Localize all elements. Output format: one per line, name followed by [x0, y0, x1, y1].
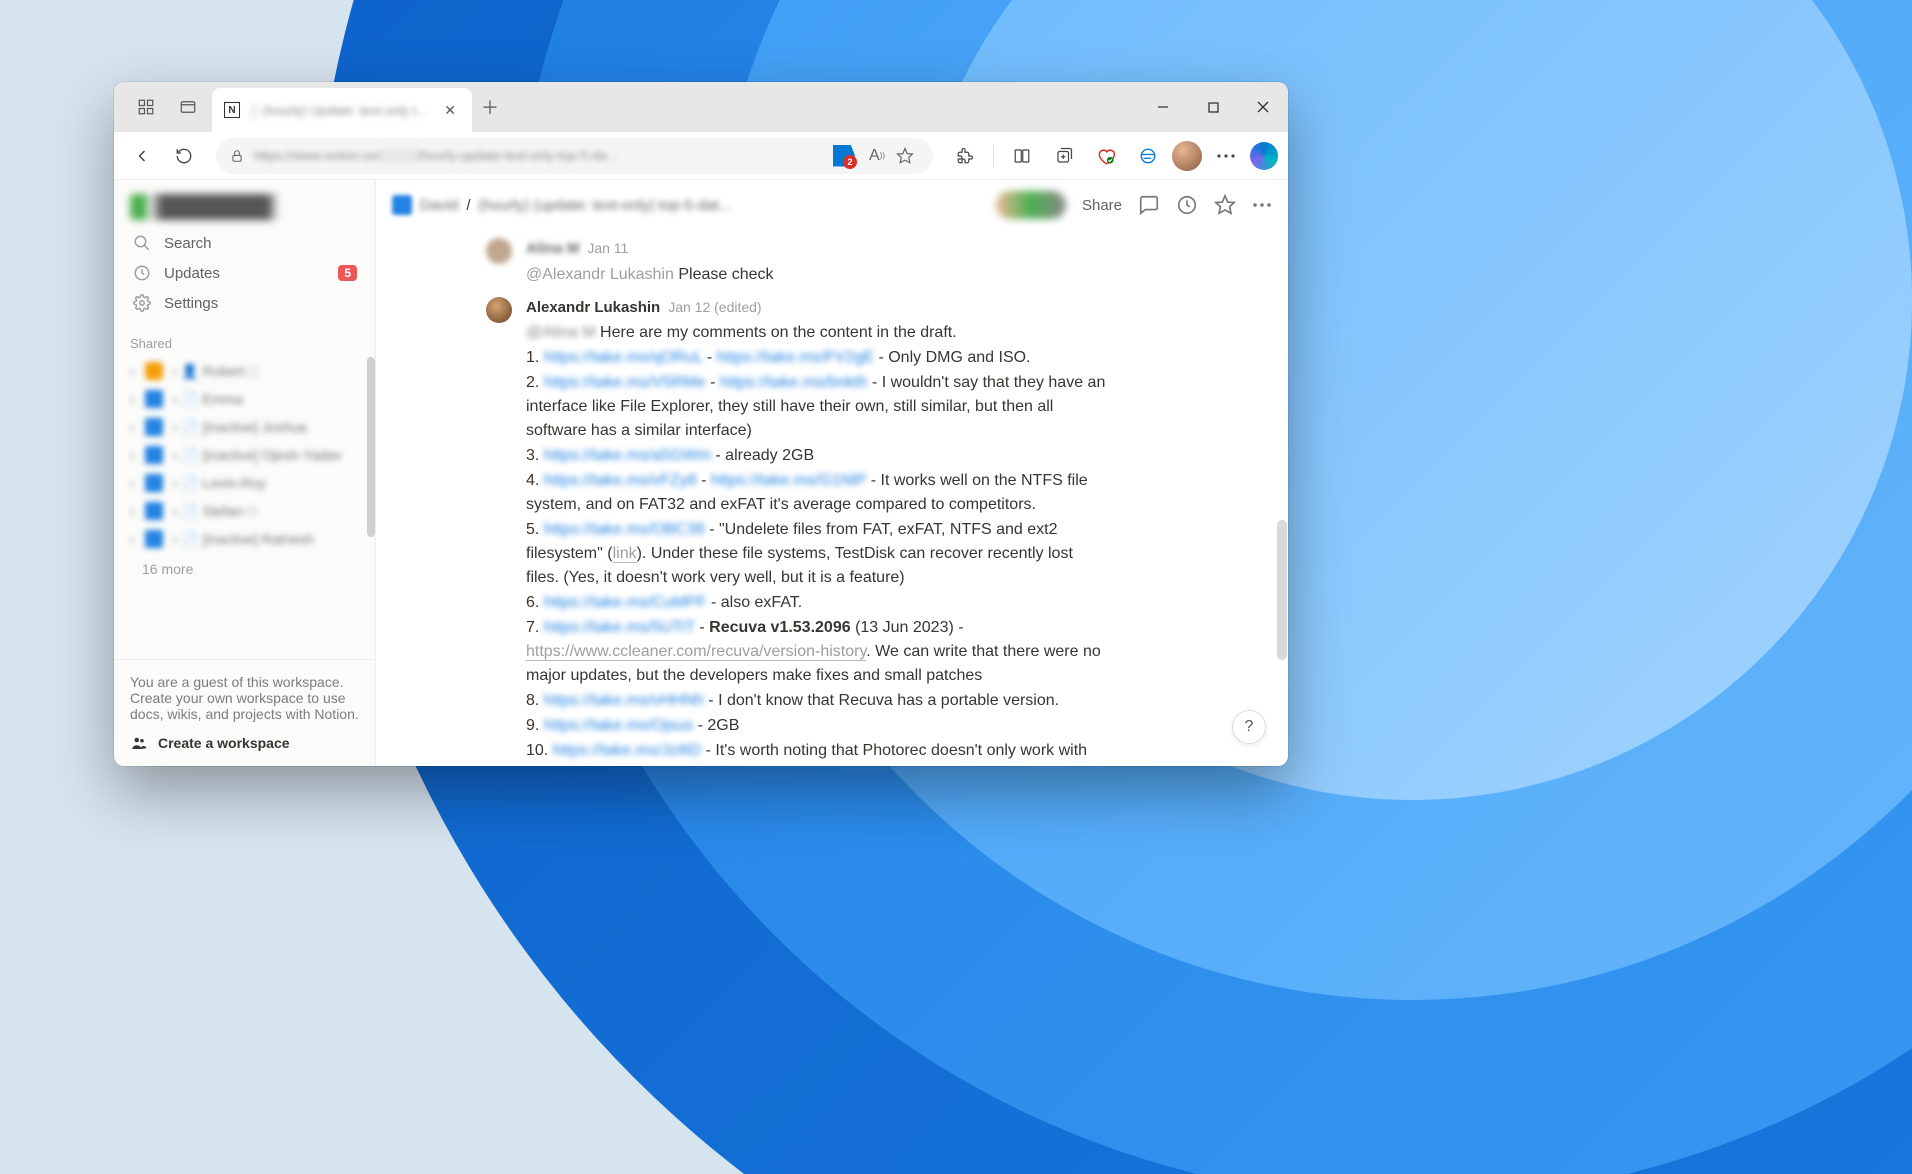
sidebar-scrollbar[interactable] [367, 357, 375, 537]
profile-avatar[interactable] [1172, 141, 1202, 171]
sidebar-more[interactable]: 16 more [124, 553, 365, 585]
address-bar[interactable]: https://www.notion.so/░░░░/hourly-update… [216, 138, 933, 174]
list-item[interactable]: ›› 📄 [inactive] Joshua [124, 413, 365, 441]
avatar [486, 238, 512, 264]
link[interactable]: https://take.ms/vHHNh [544, 692, 704, 709]
refresh-button[interactable] [166, 138, 202, 174]
favorite-icon[interactable] [1214, 194, 1236, 216]
copilot-icon[interactable] [1250, 142, 1278, 170]
list-item[interactable]: ›› 📄 Levin-Roy [124, 469, 365, 497]
help-button[interactable]: ? [1232, 710, 1266, 744]
notion-main: David / (hourly) (update: text-only) top… [376, 180, 1288, 766]
search-icon [132, 234, 152, 252]
page-scrollbar[interactable] [1277, 520, 1287, 660]
sidebar-footer: You are a guest of this workspace. Creat… [114, 659, 375, 766]
list-item[interactable]: ›› 📄 [inactive] Ratnesh [124, 525, 365, 553]
link[interactable]: https://take.ms/bnkth [720, 374, 868, 391]
breadcrumb-page: (hourly) (update: text-only) top-5-dat..… [479, 197, 732, 214]
favorite-star-icon[interactable] [891, 147, 919, 165]
split-screen-icon[interactable] [1004, 138, 1040, 174]
link[interactable]: https://take.ms/vFZy8 [544, 472, 697, 489]
sidebar-updates-label: Updates [164, 265, 220, 282]
link[interactable]: https://take.ms/FV2gE [717, 349, 874, 366]
notion-favicon: N [224, 102, 240, 118]
gear-icon [132, 294, 152, 312]
page-more-icon[interactable] [1252, 203, 1272, 207]
link[interactable]: https://take.ms/Jzi6D [553, 742, 702, 759]
link[interactable]: https://take.ms/5UTiT [544, 619, 695, 636]
people-icon [130, 734, 148, 752]
comment-date: Jan 11 [587, 238, 628, 259]
new-tab-button[interactable]: ＋ [472, 82, 508, 132]
breadcrumb[interactable]: David / (hourly) (update: text-only) top… [392, 195, 731, 215]
list-item[interactable]: ›› 👤 Robert □ [124, 357, 365, 385]
lock-icon [230, 149, 244, 163]
link[interactable]: https://take.ms/G1NlP [711, 472, 866, 489]
mention[interactable]: @Alexandr Lukashin [526, 266, 674, 283]
external-link[interactable]: link [613, 545, 637, 563]
extensions-icon[interactable] [947, 138, 983, 174]
workspace-switcher[interactable] [114, 180, 375, 226]
titlebar: N ░ (hourly) Update: text-only t... ✕ ＋ [114, 82, 1288, 132]
sidebar-shared-list: ›› 👤 Robert □ ›› 📄 Emma ›› 📄 [inactive] … [114, 357, 375, 659]
browser-toolbar: https://www.notion.so/░░░░/hourly-update… [114, 132, 1288, 180]
sidebar-search[interactable]: Search [124, 228, 365, 258]
comment-author: Alexandr Lukashin [526, 297, 660, 320]
browser-tab[interactable]: N ░ (hourly) Update: text-only t... ✕ [212, 88, 472, 132]
sidebar-updates[interactable]: Updates 5 [124, 258, 365, 288]
comment: Alexandr Lukashin Jan 12 (edited) @Alina… [486, 297, 1108, 767]
read-aloud-icon[interactable]: A)) [863, 147, 891, 165]
window-controls [1138, 82, 1288, 132]
url-text: https://www.notion.so/░░░░/hourly-update… [254, 148, 833, 163]
close-window-button[interactable] [1238, 82, 1288, 132]
page-topbar: David / (hourly) (update: text-only) top… [376, 180, 1288, 230]
sidebar-settings[interactable]: Settings [124, 288, 365, 318]
comment-author: Alina M [526, 238, 579, 261]
external-link[interactable]: https://www.ccleaner.com/recuva/version-… [526, 643, 866, 661]
link[interactable]: https://take.ms/qORuL [544, 349, 703, 366]
tab-title: ░ (hourly) Update: text-only t... [250, 103, 440, 118]
clock-icon [132, 264, 152, 282]
history-icon[interactable] [1176, 194, 1198, 216]
shopping-badge-icon[interactable]: 2 [833, 145, 855, 167]
link[interactable]: https://take.ms/a5GWm [544, 447, 711, 464]
tab-close-button[interactable]: ✕ [440, 98, 460, 123]
workspaces-icon[interactable] [136, 97, 156, 117]
browser-window: N ░ (hourly) Update: text-only t... ✕ ＋ … [114, 82, 1288, 766]
back-button[interactable] [124, 138, 160, 174]
notion-sidebar: Search Updates 5 Settings Shared ›› 👤 Ro… [114, 180, 376, 766]
link[interactable]: https://take.ms/V5RMe [544, 374, 706, 391]
avatar [486, 297, 512, 323]
breadcrumb-parent: David [420, 197, 458, 214]
updates-badge: 5 [338, 265, 357, 281]
presence-avatars[interactable] [996, 191, 1066, 219]
maximize-button[interactable] [1188, 82, 1238, 132]
mention[interactable]: @Alina M [526, 324, 596, 341]
list-item[interactable]: ›› 📄 Stefan □ [124, 497, 365, 525]
link[interactable]: https://take.ms/OBC38 [544, 521, 705, 538]
create-workspace-button[interactable]: Create a workspace [130, 734, 359, 752]
share-button[interactable]: Share [1082, 197, 1122, 214]
collections-icon[interactable] [1046, 138, 1082, 174]
more-menu-icon[interactable] [1208, 138, 1244, 174]
link[interactable]: https://take.ms/CuMPF [544, 594, 707, 611]
sidebar-section-shared: Shared [114, 320, 375, 357]
comments-icon[interactable] [1138, 194, 1160, 216]
list-item[interactable]: ›› 📄 Emma [124, 385, 365, 413]
link[interactable]: https://take.ms/Ojsus [544, 717, 693, 734]
list-item[interactable]: ›› 📄 [inactive] Ojesh-Yadav [124, 441, 365, 469]
guest-notice: You are a guest of this workspace. Creat… [130, 674, 359, 722]
minimize-button[interactable] [1138, 82, 1188, 132]
page-icon [392, 195, 412, 215]
sidebar-settings-label: Settings [164, 295, 218, 312]
comment-date: Jan 12 (edited) [668, 297, 761, 318]
ie-mode-icon[interactable] [1130, 138, 1166, 174]
tab-overview-icon[interactable] [178, 97, 198, 117]
document-body: Alina M Jan 11 @Alexandr Lukashin Please… [376, 230, 1288, 766]
health-icon[interactable] [1088, 138, 1124, 174]
sidebar-search-label: Search [164, 235, 212, 252]
comment: Alina M Jan 11 @Alexandr Lukashin Please… [486, 238, 1108, 287]
